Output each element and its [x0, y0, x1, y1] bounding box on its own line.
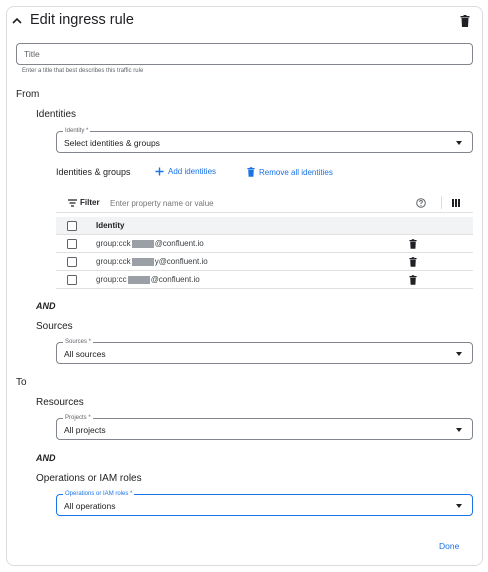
operations-select[interactable]: Operations or IAM roles * All operations: [56, 490, 473, 516]
filter-label: Filter: [80, 198, 100, 207]
chevron-up-icon[interactable]: [10, 14, 24, 28]
and-operator-label: AND: [36, 301, 56, 311]
identity-cell: group:cck y@confluent.io: [96, 257, 208, 266]
identity-prefix: group:cck: [96, 257, 131, 266]
projects-select-value: All projects: [64, 425, 106, 435]
identity-suffix: @confluent.io: [150, 275, 200, 284]
sources-select-legend: Sources *: [63, 338, 94, 346]
trash-icon[interactable]: [460, 15, 470, 27]
operations-heading: Operations or IAM roles: [36, 473, 142, 484]
identity-select-value: Select identities & groups: [64, 138, 160, 148]
add-identities-label: Add identities: [168, 167, 217, 176]
identity-suffix: @confluent.io: [154, 239, 204, 248]
table-row: group:cc @confluent.io: [56, 271, 473, 289]
projects-select[interactable]: Projects * All projects: [56, 414, 473, 440]
sources-select[interactable]: Sources * All sources: [56, 338, 473, 364]
add-identities-button[interactable]: Add identities: [155, 167, 216, 176]
done-button[interactable]: Done: [439, 541, 459, 551]
from-heading: From: [16, 89, 40, 100]
filter-icon: [68, 199, 77, 207]
and-operator-label: AND: [36, 453, 56, 463]
title-field[interactable]: [16, 43, 473, 65]
filter-input[interactable]: [110, 196, 360, 210]
identity-prefix: group:cck: [96, 239, 131, 248]
identity-cell: group:cc @confluent.io: [96, 275, 200, 284]
select-all-checkbox[interactable]: [67, 221, 77, 231]
identity-select-legend: Identity *: [63, 127, 91, 135]
title-input[interactable]: [17, 44, 472, 64]
toolbar-divider: [441, 196, 442, 209]
sources-select-value: All sources: [64, 349, 106, 359]
row-checkbox[interactable]: [67, 257, 77, 267]
identities-groups-label: Identities & groups: [56, 167, 131, 177]
column-display-icon[interactable]: [452, 199, 460, 207]
row-checkbox[interactable]: [67, 275, 77, 285]
trash-icon: [247, 167, 255, 177]
help-icon[interactable]: [416, 198, 426, 208]
remove-all-identities-button[interactable]: Remove all identities: [247, 167, 333, 177]
row-checkbox[interactable]: [67, 239, 77, 249]
trash-icon[interactable]: [409, 257, 417, 267]
identities-heading: Identities: [36, 109, 77, 120]
identity-prefix: group:cc: [96, 275, 127, 284]
trash-icon[interactable]: [409, 275, 417, 285]
dropdown-caret-icon: [456, 141, 462, 145]
plus-icon: [155, 167, 164, 176]
sources-heading: Sources: [36, 321, 73, 332]
identity-select[interactable]: Identity * Select identities & groups: [56, 127, 473, 153]
to-heading: To: [16, 377, 27, 388]
table-row: group:cck @confluent.io: [56, 235, 473, 253]
identity-suffix: y@confluent.io: [154, 257, 208, 266]
card-title: Edit ingress rule: [30, 12, 134, 28]
trash-icon[interactable]: [409, 239, 417, 249]
dropdown-caret-icon: [456, 428, 462, 432]
title-hint: Enter a title that best describes this t…: [22, 68, 144, 74]
dropdown-caret-icon: [456, 352, 462, 356]
resources-heading: Resources: [36, 397, 84, 408]
projects-select-legend: Projects *: [63, 414, 93, 422]
redaction-block: [131, 239, 154, 248]
redaction-block: [131, 257, 154, 266]
table-row: group:cck y@confluent.io: [56, 253, 473, 271]
remove-all-identities-label: Remove all identities: [259, 167, 333, 177]
table-header-row: Identity: [56, 217, 473, 235]
table-filter-bar: Filter: [56, 193, 473, 213]
dropdown-caret-icon: [456, 504, 462, 508]
operations-select-value: All operations: [64, 501, 116, 511]
identity-cell: group:cck @confluent.io: [96, 239, 204, 248]
identity-column-header[interactable]: Identity: [96, 221, 124, 230]
operations-select-legend: Operations or IAM roles *: [63, 490, 135, 498]
redaction-block: [127, 275, 150, 284]
